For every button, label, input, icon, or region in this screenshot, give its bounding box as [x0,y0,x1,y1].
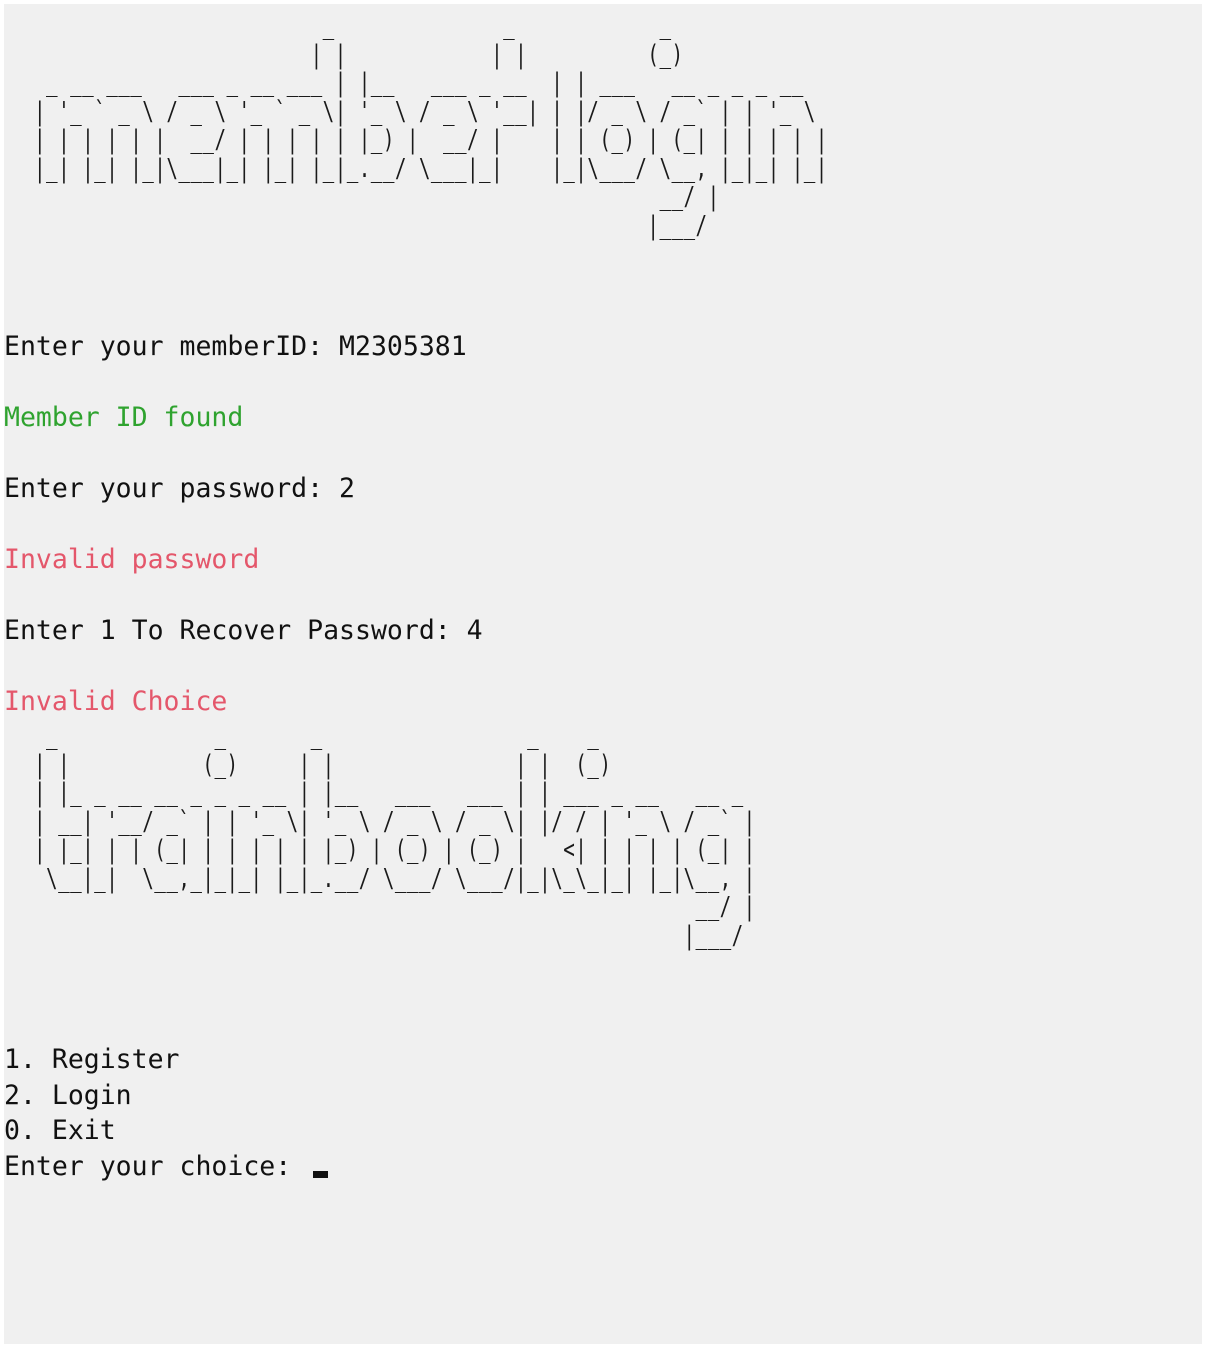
choice-prompt: Enter your choice: [4,1150,308,1182]
text-cursor [313,1170,329,1178]
console-window[interactable]: _ _ _ | | | | (_) _ __ ___ ___ _ __ ___ … [4,4,1202,1344]
menu-item-login: 2. Login [4,1079,132,1111]
menu-item-register: 1. Register [4,1044,180,1075]
invalid-password-message: Invalid password [4,544,260,575]
choice-input-line[interactable]: Enter your choice: [4,1149,329,1185]
menu-item-exit: 0. Exit [4,1115,116,1146]
invalid-choice-message: Invalid Choice [4,686,228,717]
member-found-message: Member ID found [4,402,244,433]
recover-password-prompt: Enter 1 To Recover Password: 4 [4,615,483,646]
member-id-prompt: Enter your memberID: M2305381 [4,331,467,362]
main-menu: 1. Register 2. Login 0. Exit Enter your … [4,1042,329,1185]
train-booking-banner: _ _ _ _ _ | | (_) | | | | (_) | |_ _ __ … [34,721,756,951]
member-login-banner: _ _ _ | | | | (_) _ __ ___ ___ _ __ ___ … [34,11,828,241]
password-prompt: Enter your password: 2 [4,473,355,504]
